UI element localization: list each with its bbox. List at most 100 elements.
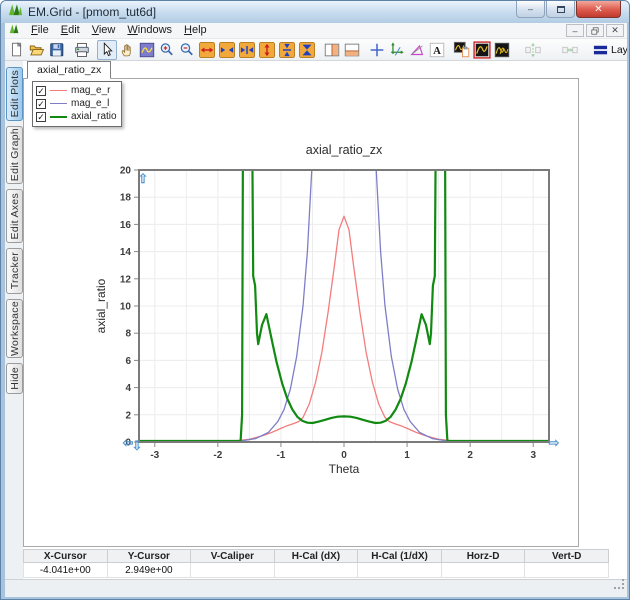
legend-checkbox[interactable]: ✓ [36,85,46,96]
expand-horizontal-icon [198,41,216,58]
side-tab-hide[interactable]: Hide [6,363,23,394]
expand-horizontal-button[interactable] [197,40,217,60]
chart-title: axial_ratio_zx [306,143,383,157]
legend-label: axial_ratio [71,111,117,122]
cursor-value-2 [190,562,275,578]
horizontal-spacing-button[interactable] [554,40,586,60]
close-button[interactable]: ✕ [576,1,621,18]
side-tab-label: Hide [8,367,21,390]
resize-grip[interactable] [614,577,625,595]
cursor-readout-table: X-Cursor Y-Cursor V-Caliper H-Cal (dX) H-Cal… [23,549,609,578]
shrink-horizontal-button[interactable] [217,40,237,60]
text-button[interactable]: A [427,40,447,60]
zoom-in-button[interactable] [157,40,177,60]
pan-down-arrow[interactable]: ⇩ [131,439,143,454]
angle-button[interactable] [407,40,427,60]
multi-graph-button[interactable] [492,40,512,60]
plot-panel: -3 -2 -1 0 1 2 3 0 2 4 6 8 10 12 14 16 18 20 axial_ratio_z… [23,78,579,547]
side-tab-edit-axes[interactable]: Edit Axes [6,189,23,243]
toolbar: A Layout [5,39,627,61]
mdi-restore-icon [591,26,599,35]
y-tick-label: 20 [120,166,132,177]
x-tick-label: -2 [213,450,222,461]
split-vertical-button[interactable] [322,40,342,60]
menu-bar: File Edit View Windows Help – ✕ [5,23,627,39]
legend-line-sample [50,90,67,91]
vertical-spacing-button[interactable] [517,40,549,60]
app-logo-icon [8,3,23,22]
legend-item-mag_e_r: ✓ mag_e_r [36,84,117,97]
document-logo-icon [9,22,21,40]
side-tab-edit-plots[interactable]: Edit Plots [6,67,23,121]
mdi-close-icon: ✕ [611,25,619,35]
legend-checkbox[interactable]: ✓ [36,111,46,122]
triangle-icon [410,44,424,55]
title-bar: EM.Grid - [pmom_tut6d] – ✕ [1,1,629,23]
select-button[interactable] [97,39,117,60]
shrink-vertical-icon [278,41,296,58]
y-tick-label: 2 [125,410,131,421]
add-cursor-button[interactable] [367,40,387,60]
menu-file[interactable]: File [25,23,55,38]
menu-windows[interactable]: Windows [121,23,178,38]
cursor-value-0: -4.041e+00 [23,562,108,578]
y-tick-label: 10 [120,302,132,313]
y-tick-label: 4 [125,383,131,394]
pan-button[interactable] [117,40,137,60]
center-horizontal-icon [238,41,256,58]
print-icon [75,42,89,57]
mdi-minimize-button[interactable]: – [566,24,584,37]
cursor-col-y-cursor: Y-Cursor [106,549,192,563]
shrink-vertical-button[interactable] [277,40,297,60]
zoom-window-icon [139,42,155,57]
expand-vertical-button[interactable] [257,40,277,60]
pan-up-arrow[interactable]: ⇧ [137,172,149,187]
pan-right-arrow[interactable]: ⇨ [548,436,560,451]
center-vertical-button[interactable] [297,40,317,60]
layout-icon [593,45,608,54]
copy-graph-button[interactable] [452,40,472,60]
axes-button[interactable] [387,40,407,60]
center-horizontal-button[interactable] [237,40,257,60]
statusbar-text [5,585,11,596]
mdi-restore-button[interactable] [586,24,604,37]
zoom-window-button[interactable] [137,40,157,60]
save-button[interactable] [47,40,67,60]
cursor-value-5 [440,562,526,578]
x-tick-label: -3 [150,450,159,461]
copy-graph-icon [453,41,470,57]
mdi-close-button[interactable]: ✕ [606,24,624,37]
zoom-out-button[interactable] [177,40,197,60]
menu-edit[interactable]: Edit [55,23,86,38]
maximize-button[interactable] [546,1,575,18]
split-vertical-icon [324,43,340,56]
tab-axial-ratio-zx[interactable]: axial_ratio_zx [27,61,112,79]
side-tab-workspace[interactable]: Workspace [6,299,23,358]
vertical-spacing-icon [525,42,541,57]
layout-button[interactable]: Layout [593,44,627,56]
close-icon: ✕ [594,3,603,15]
new-document-button[interactable] [7,40,27,60]
app-window: EM.Grid - [pmom_tut6d] – ✕ File Edit View W… [0,0,630,600]
legend-label: mag_e_l [71,98,110,109]
x-tick-label: 3 [530,450,536,461]
status-bar [5,579,627,597]
cursor-value-6 [524,562,609,578]
maximize-icon [556,5,565,13]
print-button[interactable] [72,40,92,60]
x-tick-label: 2 [467,450,473,461]
cursor-value-4 [357,562,442,578]
legend-checkbox[interactable]: ✓ [36,98,46,109]
menu-help[interactable]: Help [178,23,213,38]
shrink-horizontal-icon [218,41,236,58]
split-horizontal-button[interactable] [342,40,362,60]
side-tab-edit-graph[interactable]: Edit Graph [6,126,23,184]
zoom-in-icon [160,42,173,55]
side-tab-tracker[interactable]: Tracker [6,248,23,294]
graph-style-button[interactable] [472,40,492,60]
open-button[interactable] [27,40,47,60]
minimize-button[interactable]: – [516,1,545,18]
cursor-col-h-cal-1-dx-: H-Cal (1/dX) [357,549,442,563]
menu-view[interactable]: View [86,23,122,38]
multi-graph-icon [494,42,510,57]
